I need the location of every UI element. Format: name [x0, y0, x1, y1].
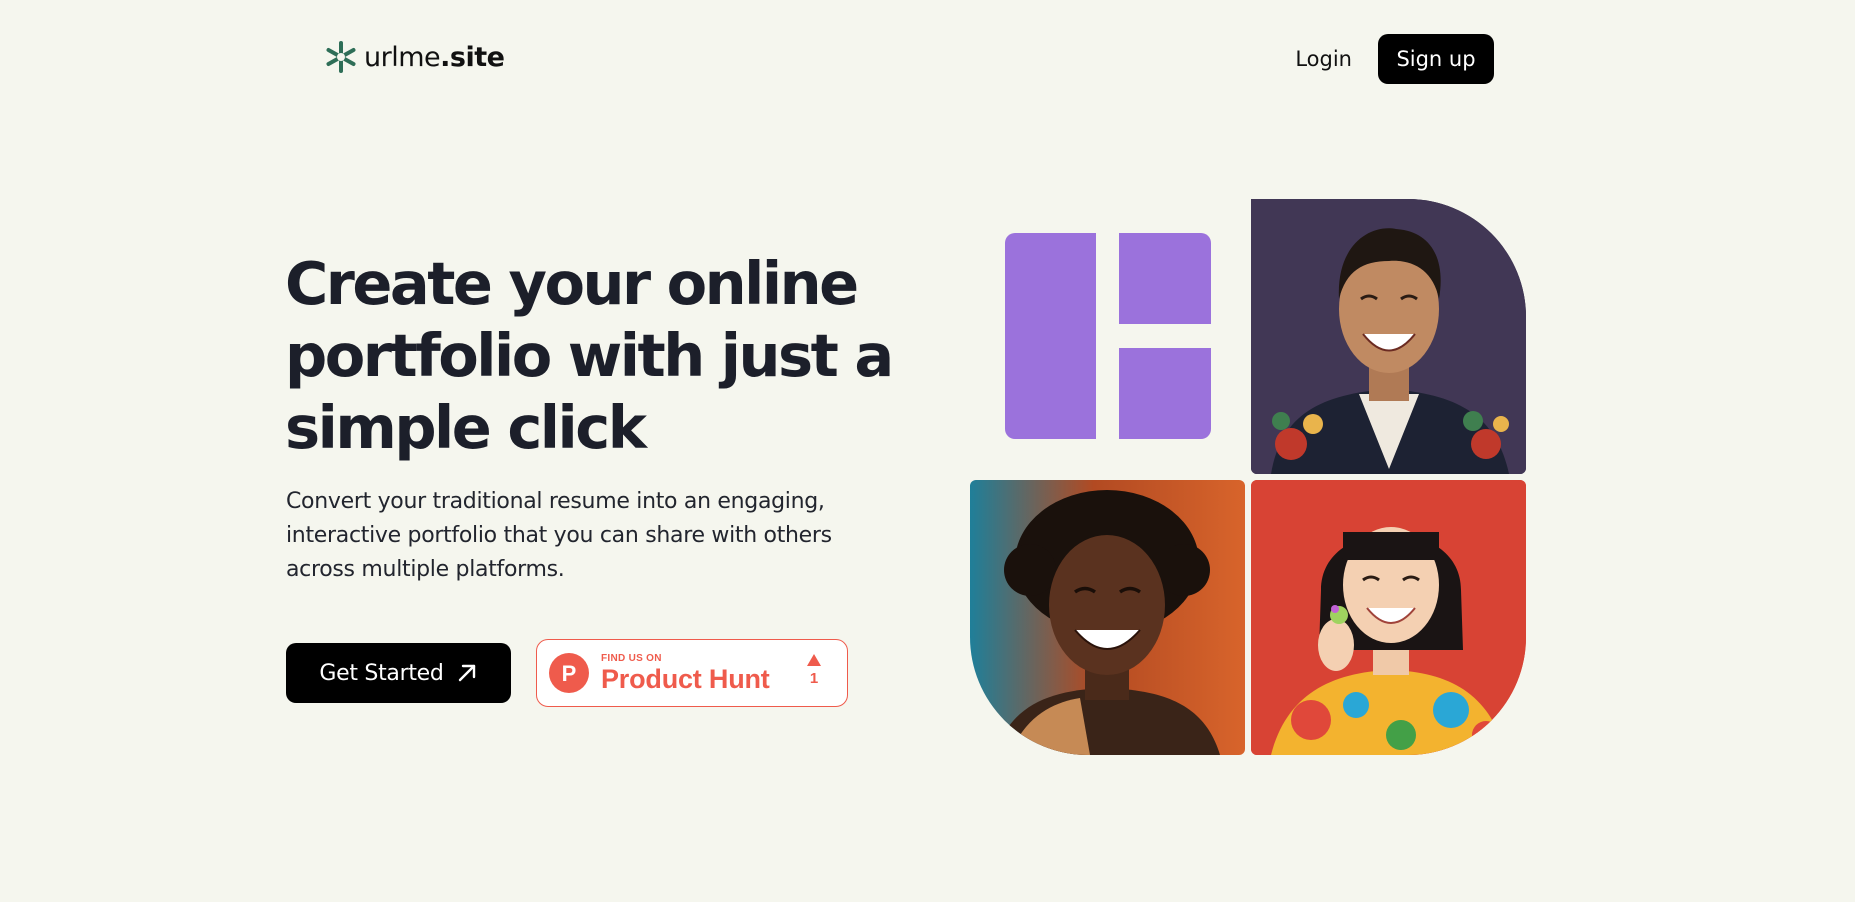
product-hunt-logo-letter: P	[562, 661, 577, 686]
signup-button[interactable]: Sign up	[1378, 34, 1494, 84]
asterisk-logo-icon	[326, 41, 356, 73]
portrait-image	[1251, 480, 1526, 755]
login-link[interactable]: Login	[1295, 47, 1352, 71]
layout-block-bottom-right	[1119, 348, 1211, 439]
upvote-counter: 1	[807, 654, 821, 687]
logo[interactable]: urlme.site	[324, 40, 505, 74]
hero-collage	[970, 199, 1526, 755]
portrait-image	[970, 480, 1245, 755]
layout-block-top-right	[1119, 233, 1211, 324]
hero-title: Create your online portfolio with just a…	[285, 249, 894, 462]
upvote-count: 1	[809, 670, 819, 687]
landing-page: urlme.site Login Sign up Create your onl…	[0, 0, 1855, 902]
logo-text-bold: .site	[440, 41, 505, 73]
logo-text-regular: urlme	[364, 41, 441, 73]
get-started-button[interactable]: Get Started	[286, 643, 511, 703]
hero-description: Convert your traditional resume into an …	[286, 489, 832, 582]
arrow-up-right-icon	[458, 664, 475, 682]
upvote-triangle-icon	[807, 654, 821, 666]
logo-text: urlme.site	[364, 41, 505, 73]
layout-graphic	[970, 199, 1244, 473]
photo-smiling-man-floral-jacket	[1251, 199, 1526, 474]
photo-smiling-man-curly-hair	[970, 480, 1245, 755]
product-hunt-logo-icon: P	[549, 653, 589, 693]
layout-block-left	[1005, 233, 1096, 439]
header-nav: Login Sign up	[1295, 34, 1494, 84]
get-started-label: Get Started	[319, 660, 444, 686]
cta-row: Get Started P FIND US ON Product Hunt 1	[286, 639, 848, 707]
product-hunt-badge[interactable]: P FIND US ON Product Hunt 1	[536, 639, 848, 707]
portrait-image	[1251, 199, 1526, 474]
product-hunt-text: FIND US ON Product Hunt	[601, 653, 770, 693]
photo-smiling-woman-colorful-shirt	[1251, 480, 1526, 755]
product-hunt-label: Product Hunt	[601, 664, 770, 694]
